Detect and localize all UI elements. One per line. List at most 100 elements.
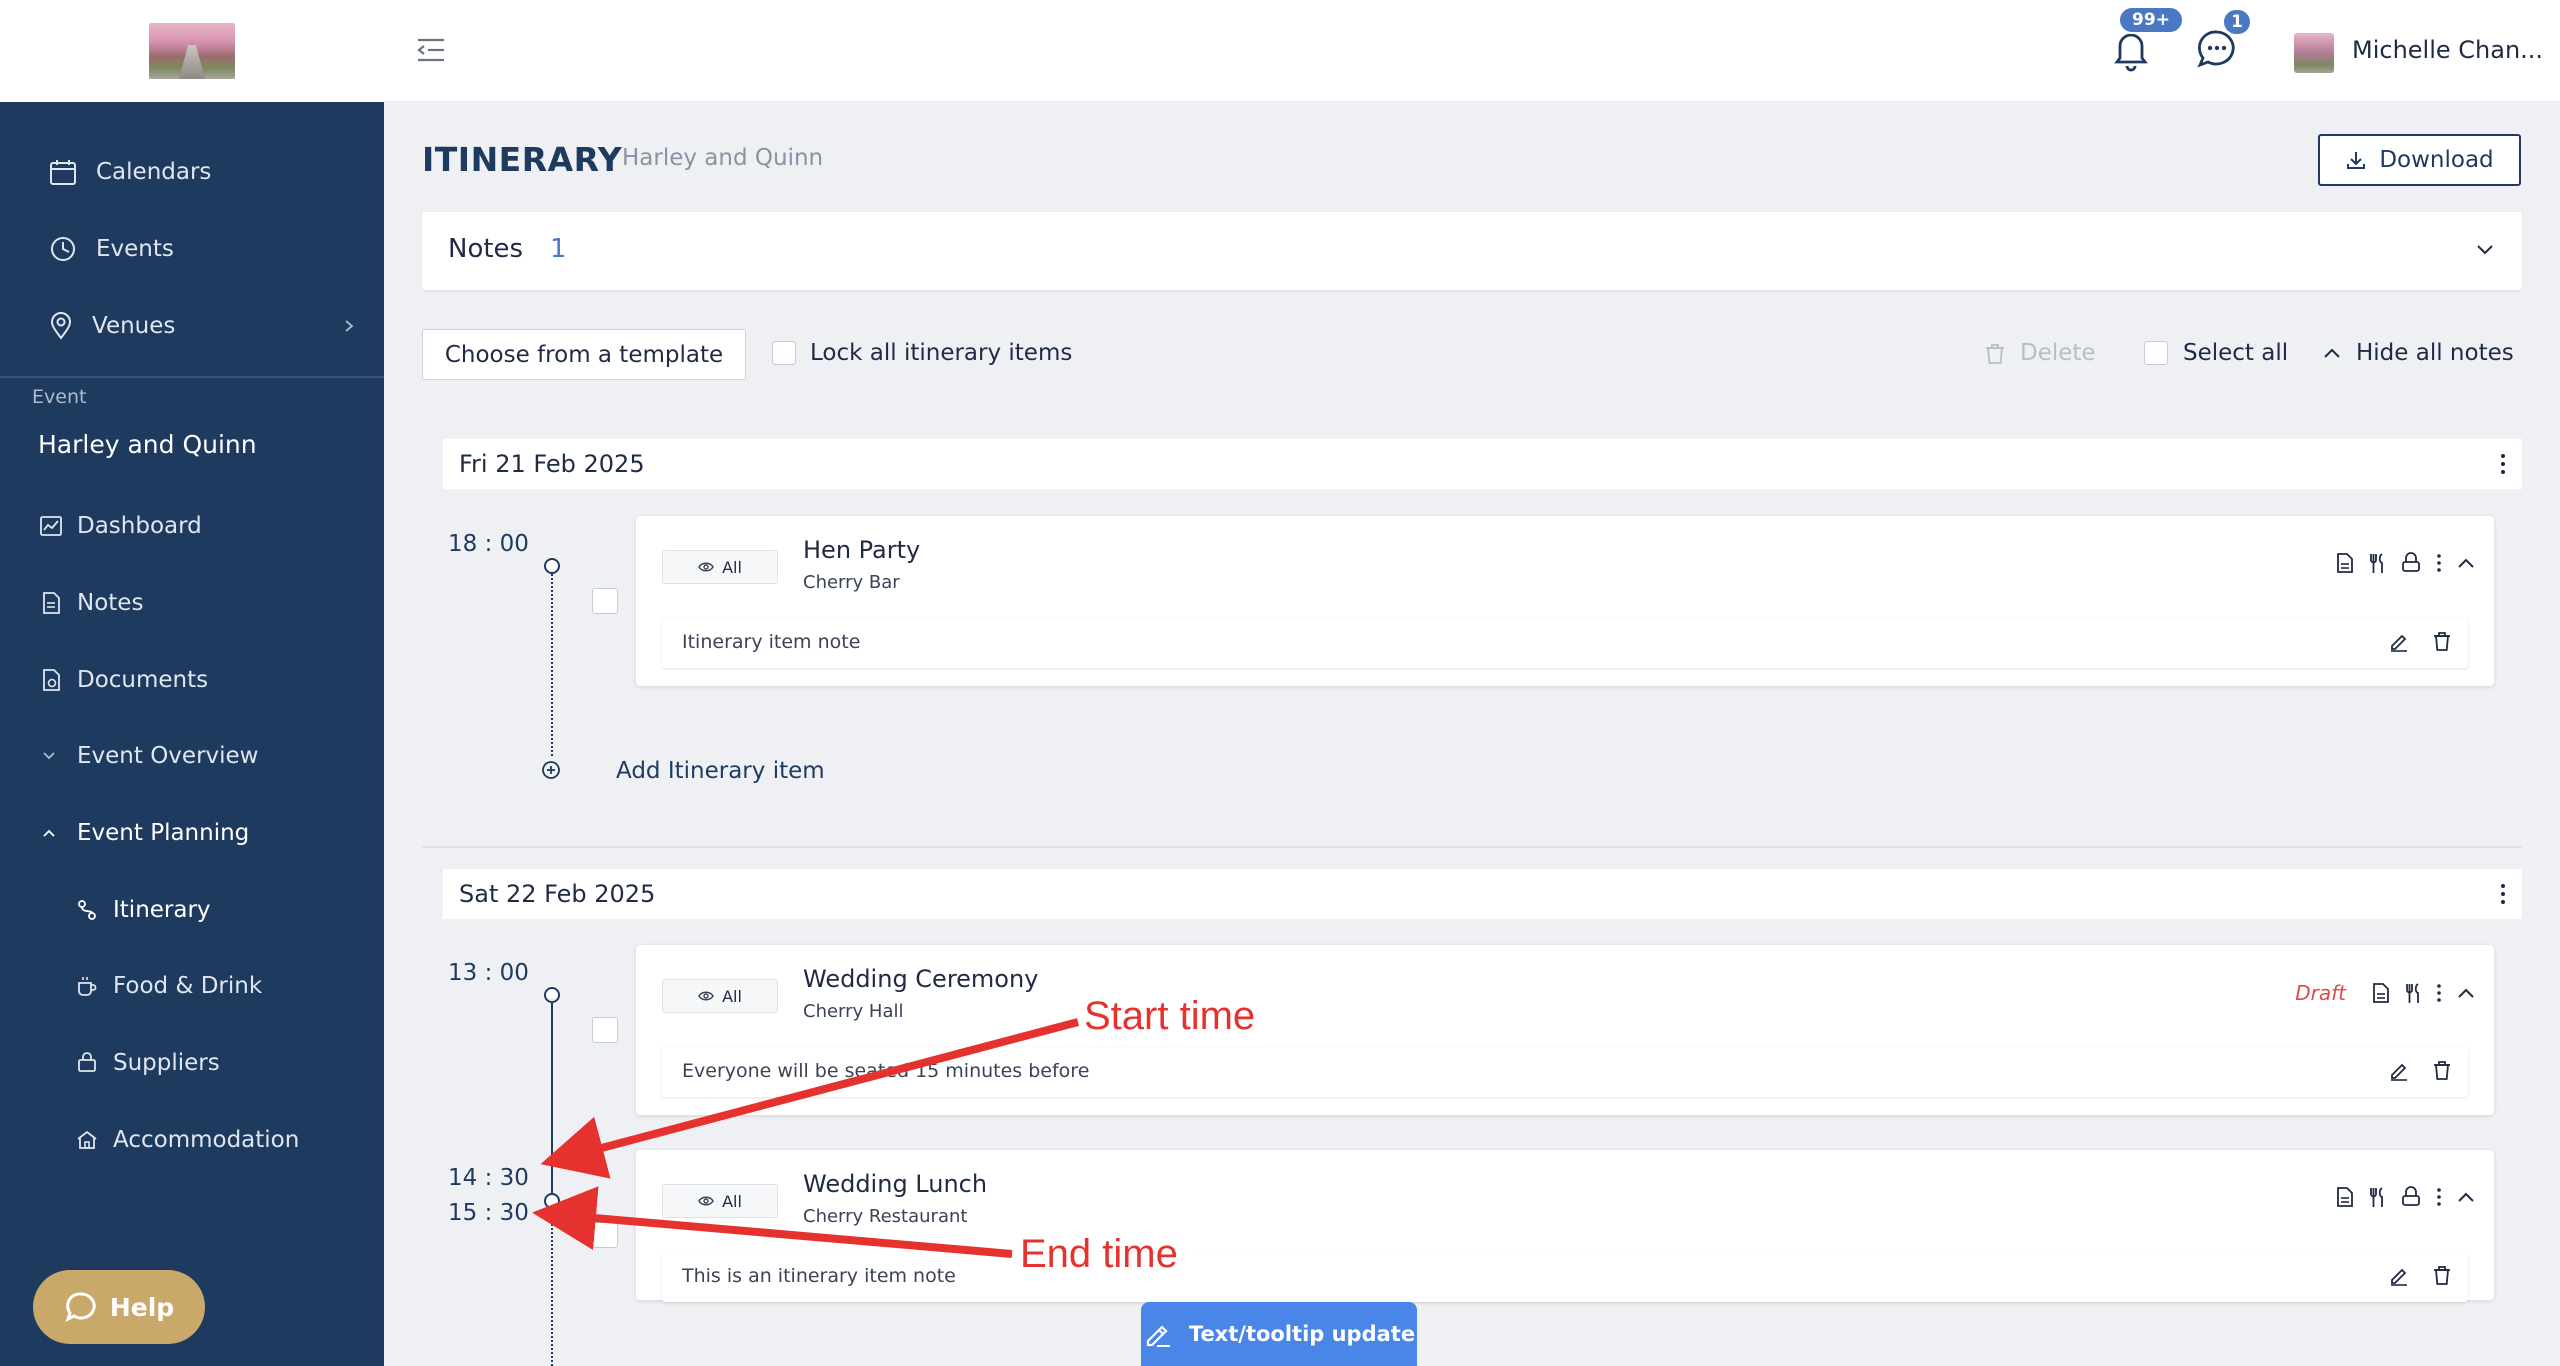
item-select-checkbox[interactable] [592, 1017, 618, 1043]
item-start-time[interactable]: 18 : 00 [448, 531, 529, 557]
item-select-checkbox[interactable] [592, 588, 618, 614]
sidebar-item-suppliers[interactable]: Suppliers [0, 1033, 384, 1093]
visibility-pill[interactable]: All [662, 1184, 778, 1218]
lock-all-checkbox[interactable] [772, 341, 796, 365]
itinerary-card[interactable]: All Wedding Ceremony Cherry Hall Draft E… [636, 945, 2494, 1115]
document-icon[interactable] [2336, 1186, 2354, 1208]
avatar[interactable] [2294, 33, 2334, 73]
edit-icon[interactable] [2388, 1059, 2410, 1081]
sidebar-item-events[interactable]: Events [0, 219, 384, 279]
item-select-checkbox[interactable] [592, 1222, 618, 1248]
visibility-pill[interactable]: All [662, 979, 778, 1013]
sidebar-item-label: Dashboard [77, 513, 202, 539]
kebab-menu-icon[interactable] [2436, 983, 2442, 1003]
help-label: Help [109, 1292, 175, 1322]
item-venue: Cherry Hall [803, 1001, 904, 1022]
itinerary-card[interactable]: All Hen Party Cherry Bar Itinerary item … [636, 516, 2494, 686]
sidebar-item-food-drink[interactable]: Food & Drink [0, 956, 384, 1016]
chevron-down-icon[interactable] [2474, 238, 2496, 260]
timeline-node [544, 1193, 560, 1209]
day-header: Sat 22 Feb 2025 [443, 869, 2522, 919]
sidebar-item-label: Suppliers [113, 1050, 220, 1076]
eye-icon [698, 990, 714, 1002]
end-time-annotation: End time [1020, 1232, 1178, 1276]
add-circle-icon[interactable] [541, 760, 561, 780]
trash-icon[interactable] [2432, 1264, 2452, 1286]
timeline-node [544, 558, 560, 574]
item-note-text: Everyone will be seated 15 minutes befor… [682, 1060, 1090, 1082]
text-tooltip-update-button[interactable]: Text/tooltip update [1141, 1302, 1417, 1366]
feedback-label: Text/tooltip update [1188, 1322, 1416, 1346]
eye-icon [698, 561, 714, 573]
kebab-menu-icon[interactable] [2500, 452, 2506, 476]
sidebar-item-accommodation[interactable]: Accommodation [0, 1110, 384, 1170]
document-icon[interactable] [2336, 552, 2354, 574]
item-actions: Draft [2295, 981, 2476, 1005]
item-venue: Cherry Restaurant [803, 1206, 968, 1227]
trash-icon[interactable] [2432, 1059, 2452, 1081]
sidebar-item-dashboard[interactable]: Dashboard [0, 496, 384, 556]
kebab-menu-icon[interactable] [2436, 1187, 2442, 1207]
sidebar-item-calendars[interactable]: Calendars [0, 142, 384, 202]
item-note: This is an itinerary item note [662, 1252, 2468, 1302]
sidebar-item-label: Venues [92, 313, 176, 339]
user-name[interactable]: Michelle Chan... [2352, 36, 2543, 64]
choose-template-button[interactable]: Choose from a template [422, 329, 746, 380]
select-all-checkbox[interactable] [2144, 341, 2168, 365]
item-start-time[interactable]: 13 : 00 [448, 960, 529, 986]
kebab-menu-icon[interactable] [2500, 882, 2506, 906]
visibility-pill[interactable]: All [662, 550, 778, 584]
document-icon[interactable] [2372, 982, 2390, 1004]
food-drink-icon [72, 971, 102, 1001]
sidebar-item-notes[interactable]: Notes [0, 573, 384, 633]
menu-toggle-icon[interactable] [414, 35, 448, 65]
edit-icon[interactable] [2388, 1264, 2410, 1286]
item-note: Everyone will be seated 15 minutes befor… [662, 1047, 2468, 1097]
item-title: Hen Party [803, 536, 921, 564]
delete-button[interactable]: Delete [2020, 340, 2096, 366]
day-date: Fri 21 Feb 2025 [459, 450, 645, 478]
notes-panel[interactable]: Notes 1 [422, 212, 2522, 290]
item-start-time[interactable]: 15 : 30 [448, 1200, 529, 1226]
chevron-right-icon [334, 311, 364, 341]
add-itinerary-item-link[interactable]: Add Itinerary item [616, 758, 825, 784]
suppliers-icon [72, 1048, 102, 1078]
download-icon [2345, 149, 2367, 171]
sidebar-item-event-overview[interactable]: Event Overview [0, 726, 384, 786]
day-header: Fri 21 Feb 2025 [443, 439, 2522, 489]
page-title: ITINERARY [422, 140, 623, 179]
item-end-time[interactable]: 14 : 30 [448, 1165, 529, 1191]
visibility-label: All [722, 986, 742, 1006]
timeline-line [551, 574, 553, 756]
cutlery-icon[interactable] [2368, 552, 2386, 574]
start-time-annotation: Start time [1084, 994, 1256, 1038]
chevron-up-icon[interactable] [2456, 1188, 2476, 1206]
sidebar-item-label: Events [96, 236, 174, 262]
help-button[interactable]: Help [33, 1270, 205, 1344]
chevron-up-icon[interactable] [2456, 554, 2476, 572]
notes-count: 1 [550, 234, 567, 264]
day-divider [422, 846, 2522, 848]
bed-icon[interactable] [2400, 1186, 2422, 1208]
sidebar-item-event-planning[interactable]: Event Planning [0, 803, 384, 863]
cutlery-icon[interactable] [2368, 1186, 2386, 1208]
cutlery-icon[interactable] [2404, 982, 2422, 1004]
bed-icon[interactable] [2400, 552, 2422, 574]
item-venue: Cherry Bar [803, 572, 900, 593]
kebab-menu-icon[interactable] [2436, 553, 2442, 573]
edit-icon[interactable] [2388, 630, 2410, 652]
sidebar-item-label: Accommodation [113, 1127, 300, 1153]
sidebar-item-itinerary[interactable]: Itinerary [0, 880, 384, 940]
hide-all-notes-button[interactable]: Hide all notes [2356, 340, 2514, 366]
chevron-up-icon[interactable] [2456, 984, 2476, 1002]
eye-icon [698, 1195, 714, 1207]
trash-icon[interactable] [2432, 630, 2452, 652]
download-button[interactable]: Download [2318, 134, 2521, 186]
sidebar-item-documents[interactable]: Documents [0, 650, 384, 710]
itinerary-card[interactable]: All Wedding Lunch Cherry Restaurant This… [636, 1150, 2494, 1302]
app-logo[interactable] [149, 23, 235, 79]
sidebar-item-venues[interactable]: Venues [0, 296, 384, 356]
item-title: Wedding Lunch [803, 1170, 988, 1198]
sidebar-item-label: Documents [77, 667, 209, 693]
calendar-icon [48, 157, 78, 187]
